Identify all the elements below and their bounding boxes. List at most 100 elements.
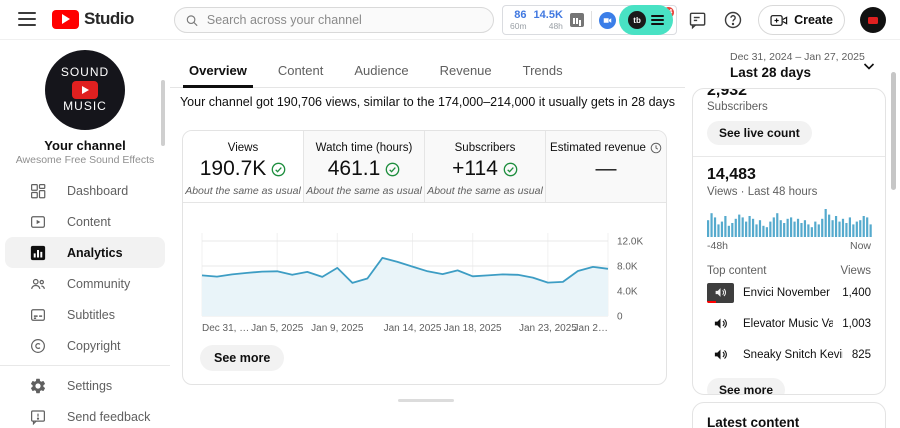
studio-logo-text: Studio [84,9,134,29]
community-icon [29,275,47,293]
metric-estimated-revenue[interactable]: Estimated revenue — [546,131,666,202]
next-card-edge [398,399,454,402]
menu-icon[interactable] [18,12,36,26]
metric-views[interactable]: Views 190.7K About the same as usual [183,131,304,202]
svg-text:Jan 23, 2025: Jan 23, 2025 [519,323,577,334]
date-period-text: Last 28 days [730,65,865,80]
speaker-icon [713,316,728,331]
page-scrollbar[interactable] [891,72,896,190]
stat-60m: 86 60m [510,10,527,31]
svg-text:0: 0 [617,312,623,323]
axis-right-label: Now [850,240,871,252]
svg-text:8.0K: 8.0K [617,262,638,273]
search-icon [185,13,199,28]
search-bar[interactable] [174,7,494,33]
analytics-tabs: Overview Content Audience Revenue Trends [170,58,685,88]
stat-48h: 14.5K 48h [534,10,563,31]
search-input[interactable] [207,13,483,27]
create-button[interactable]: Create [758,5,845,35]
clock-icon [650,142,662,154]
speaker-icon [713,347,728,362]
top-bar: Studio 86 60m 14.5K 48h [0,0,900,40]
metric-subscribers[interactable]: Subscribers +114 About the same as usual [425,131,546,202]
realtime-see-more-button[interactable]: See more [707,378,785,395]
sidebar: SOUND MUSIC Your channel Awesome Free So… [0,40,170,428]
tab-audience[interactable]: Audience [352,58,410,87]
latest-content-title: Latest content [707,415,871,428]
top-content-row[interactable]: Envici November - Ori… 1,400 [707,277,871,308]
realtime-subscribers-label: Subscribers [707,101,871,113]
sidebar-item-settings[interactable]: Settings [5,370,165,401]
right-panel: Dec 31, 2024 – Jan 27, 2025 Last 28 days… [685,40,900,428]
video-thumbnail [707,345,734,365]
youtube-studio-app: Studio 86 60m 14.5K 48h [0,0,900,428]
video-thumbnail [707,283,734,303]
create-video-icon [770,13,788,28]
realtime-axis: -48h Now [707,240,871,252]
channel-name: Your channel [0,138,170,153]
overview-card: Views 190.7K About the same as usual Wat… [182,130,667,385]
account-avatar[interactable] [860,7,886,33]
channel-summary-text: Your channel got 190,706 views, similar … [170,95,685,109]
tubebuddy-menu-icon [651,15,664,25]
date-range-selector[interactable]: Dec 31, 2024 – Jan 27, 2025 Last 28 days [730,51,865,80]
sidebar-item-copyright[interactable]: Copyright [5,330,165,361]
subtitles-icon [29,306,47,324]
svg-text:Dec 31, …: Dec 31, … [202,323,249,334]
svg-text:Jan 9, 2025: Jan 9, 2025 [311,323,364,334]
sidebar-item-send-feedback[interactable]: Send feedback [5,401,165,428]
sidebar-scrollbar[interactable] [161,80,165,146]
settings-icon [29,377,47,395]
content-icon [29,213,47,231]
studio-logo[interactable]: Studio [52,9,134,29]
speaker-icon [714,286,727,299]
svg-text:Jan 5, 2025: Jan 5, 2025 [251,323,304,334]
see-live-count-button[interactable]: See live count [707,121,812,145]
sidebar-item-content[interactable]: Content [5,206,165,237]
mini-chart-icon [570,13,584,27]
tab-content[interactable]: Content [276,58,326,87]
analytics-main: Overview Content Audience Revenue Trends… [170,40,685,428]
top-content-row[interactable]: Elevator Music Vanos… 1,003 [707,308,871,339]
check-circle-icon [503,162,518,177]
top-content-row[interactable]: Sneaky Snitch Kevin Ma… 825 [707,339,871,370]
realtime-views-count: 14,483 [707,166,871,184]
tubebuddy-button[interactable]: tb [619,5,673,35]
sidebar-item-dashboard[interactable]: Dashboard [5,175,165,206]
video-thumbnail [707,314,734,334]
dashboard-icon [29,182,47,200]
channel-subtitle: Awesome Free Sound Effects [0,154,170,166]
date-range-text: Dec 31, 2024 – Jan 27, 2025 [730,51,865,63]
svg-text:12.0K: 12.0K [617,237,643,248]
chevron-down-icon[interactable] [861,58,877,74]
copyright-icon [29,337,47,355]
svg-text:Jan 18, 2025: Jan 18, 2025 [444,323,502,334]
tubebuddy-icon: tb [628,11,646,29]
tab-overview[interactable]: Overview [187,58,249,87]
top-content-header: Top content Views [707,265,871,277]
send-feedback-icon [29,408,47,426]
see-more-button[interactable]: See more [200,345,284,371]
realtime-bar-chart[interactable] [707,207,873,237]
avatar-play-icon [72,81,98,99]
channel-avatar[interactable]: SOUND MUSIC [45,50,125,130]
realtime-views-label: Views · Last 48 hours [707,186,871,198]
check-circle-icon [271,162,286,177]
views-line-chart[interactable]: 12.0K 8.0K 4.0K 0 Dec 31, …Jan 5, 2025 Jan 9,… [198,225,656,339]
sidebar-divider [0,365,170,366]
camera-circle-icon[interactable] [599,12,616,29]
feedback-icon[interactable] [688,10,708,30]
realtime-card: 2,932 Subscribers See live count 14,483 … [692,88,886,395]
sidebar-item-analytics[interactable]: Analytics [5,237,165,268]
check-circle-icon [385,162,400,177]
youtube-logo-icon [52,10,79,29]
tab-revenue[interactable]: Revenue [438,58,494,87]
metric-watch-time[interactable]: Watch time (hours) 461.1 About the same … [304,131,425,202]
sidebar-item-subtitles[interactable]: Subtitles [5,299,165,330]
help-icon[interactable] [723,10,743,30]
tab-trends[interactable]: Trends [521,58,565,87]
sidebar-item-community[interactable]: Community [5,268,165,299]
svg-text:4.0K: 4.0K [617,287,638,298]
svg-text:Jan 2…: Jan 2… [574,323,608,334]
realtime-subscribers-count: 2,932 [707,88,871,100]
